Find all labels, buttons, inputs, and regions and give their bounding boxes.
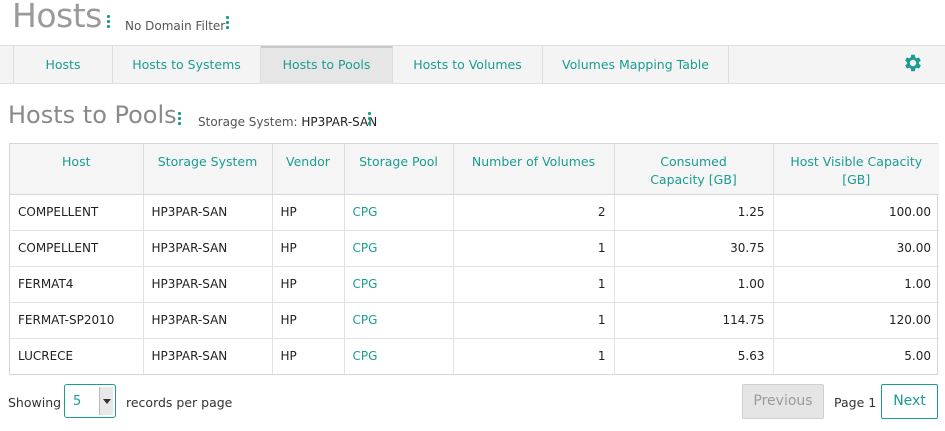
table-row: LUCRECE HP3PAR-SAN HP CPG 1 5.63 5.00	[10, 338, 939, 374]
showing-label: Showing	[8, 395, 62, 410]
pagination-bar: Showing 5 records per page Previous Page…	[0, 384, 945, 420]
cell-consumed-capacity: 1.25	[614, 194, 774, 231]
section-title: Hosts to Pools	[8, 101, 177, 129]
page-title: Hosts	[12, 0, 102, 35]
cell-storage-system: HP3PAR-SAN	[143, 230, 273, 267]
cell-host-visible-capacity: 1.00	[773, 266, 939, 303]
next-button[interactable]: Next	[881, 384, 938, 419]
gear-icon[interactable]	[902, 52, 924, 74]
table-row: COMPELLENT HP3PAR-SAN HP CPG 1 30.75 30.…	[10, 230, 939, 267]
column-header-host[interactable]: Host	[10, 144, 144, 195]
column-header-number-of-volumes[interactable]: Number of Volumes	[453, 144, 615, 195]
column-header-storage-pool[interactable]: Storage Pool	[344, 144, 454, 195]
tab-hosts-to-pools[interactable]: Hosts to Pools	[261, 46, 393, 84]
cell-vendor: HP	[272, 230, 345, 267]
column-header-vendor[interactable]: Vendor	[272, 144, 345, 195]
title-menu-icon[interactable]	[107, 15, 111, 30]
cell-storage-pool-link[interactable]: CPG	[344, 266, 454, 303]
cell-storage-pool-link[interactable]: CPG	[344, 302, 454, 339]
storage-system-label: Storage System:	[198, 115, 298, 129]
cell-host: COMPELLENT	[10, 194, 144, 231]
cell-number-of-volumes: 1	[453, 338, 615, 374]
cell-number-of-volumes: 1	[453, 302, 615, 339]
hosts-to-pools-table: Host Storage System Vendor Storage Pool …	[9, 143, 939, 375]
cell-vendor: HP	[272, 302, 345, 339]
cell-consumed-capacity: 114.75	[614, 302, 774, 339]
cell-consumed-capacity: 5.63	[614, 338, 774, 374]
cell-consumed-capacity: 30.75	[614, 230, 774, 267]
cell-host: FERMAT-SP2010	[10, 302, 144, 339]
cell-host-visible-capacity: 5.00	[904, 349, 931, 364]
cell-host-visible-capacity: 30.00	[773, 230, 939, 267]
tab-hosts-to-volumes[interactable]: Hosts to Volumes	[393, 46, 543, 84]
page-header: Hosts No Domain Filter	[0, 0, 945, 44]
section-menu-icon[interactable]	[178, 112, 182, 127]
cell-storage-system: HP3PAR-SAN	[143, 194, 273, 231]
cell-host: COMPELLENT	[10, 230, 144, 267]
storage-system-menu-icon[interactable]	[368, 112, 372, 127]
storage-system-filter[interactable]: Storage System: HP3PAR-SAN	[198, 115, 377, 129]
chevron-down-icon[interactable]	[99, 387, 113, 415]
domain-filter-label[interactable]: No Domain Filter	[125, 19, 225, 33]
tab-volumes-mapping-table[interactable]: Volumes Mapping Table	[543, 46, 729, 84]
tab-hosts[interactable]: Hosts	[13, 46, 113, 84]
per-page-label: records per page	[126, 395, 233, 410]
cell-storage-system: HP3PAR-SAN	[143, 266, 273, 303]
cell-host: FERMAT4	[10, 266, 144, 303]
cell-number-of-volumes: 1	[453, 230, 615, 267]
cell-number-of-volumes: 1	[453, 266, 615, 303]
page-indicator: Page 1	[834, 395, 877, 410]
cell-host: LUCRECE	[10, 338, 144, 374]
cell-host-visible-capacity: 100.00	[773, 194, 939, 231]
storage-system-value: HP3PAR-SAN	[301, 115, 378, 129]
column-header-consumed-capacity[interactable]: Consumed Capacity [GB]	[614, 144, 774, 195]
column-header-storage-system[interactable]: Storage System	[143, 144, 273, 195]
cell-storage-system: HP3PAR-SAN	[143, 302, 273, 339]
table-header-row: Host Storage System Vendor Storage Pool …	[10, 144, 939, 195]
table-row: FERMAT4 HP3PAR-SAN HP CPG 1 1.00 1.00	[10, 266, 939, 303]
cell-vendor: HP	[272, 266, 345, 303]
cell-vendor: HP	[272, 194, 345, 231]
cell-consumed-capacity: 1.00	[614, 266, 774, 303]
cell-storage-system: HP3PAR-SAN	[143, 338, 273, 374]
tab-hosts-to-systems[interactable]: Hosts to Systems	[113, 46, 261, 84]
column-header-host-visible-capacity[interactable]: Host Visible Capacity [GB]	[773, 144, 939, 195]
cell-storage-pool-link[interactable]: CPG	[344, 230, 454, 267]
previous-button[interactable]: Previous	[742, 384, 824, 419]
cell-host-visible-capacity: 120.00	[773, 302, 939, 339]
table-row: FERMAT-SP2010 HP3PAR-SAN HP CPG 1 114.75…	[10, 302, 939, 339]
page-size-select[interactable]: 5	[64, 384, 116, 418]
cell-vendor: HP	[272, 338, 345, 374]
tab-bar: Hosts Hosts to Systems Hosts to Pools Ho…	[0, 45, 945, 84]
cell-storage-pool-link[interactable]: CPG	[344, 338, 454, 374]
page-size-value: 5	[73, 394, 82, 409]
domain-filter-menu-icon[interactable]	[226, 16, 230, 31]
cell-number-of-volumes: 2	[453, 194, 615, 231]
table-row: COMPELLENT HP3PAR-SAN HP CPG 2 1.25 100.…	[10, 194, 939, 231]
cell-storage-pool-link[interactable]: CPG	[344, 194, 454, 231]
